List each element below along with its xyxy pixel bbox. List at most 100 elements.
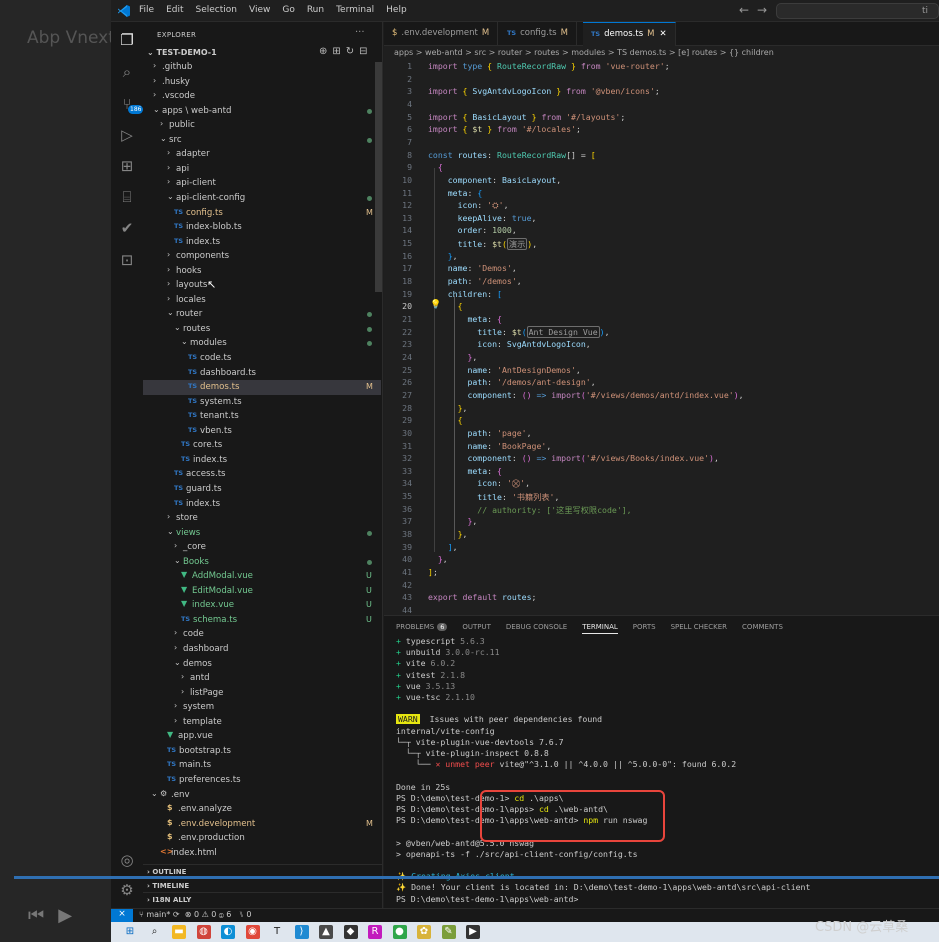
navigation-arrows[interactable]: ←→: [739, 3, 775, 17]
new-folder-icon[interactable]: ⊞: [332, 46, 345, 57]
more-actions-icon[interactable]: ···: [355, 27, 365, 38]
previous-icon[interactable]: ⏮: [28, 905, 58, 926]
file-row[interactable]: TS config.ts M: [143, 206, 381, 221]
search-icon[interactable]: ⌕: [148, 925, 162, 939]
menu-item-selection[interactable]: Selection: [196, 5, 237, 15]
rider-icon[interactable]: R: [368, 925, 382, 939]
folder-row[interactable]: › public: [143, 118, 381, 133]
folder-row[interactable]: › system: [143, 700, 381, 715]
panel-tab-output[interactable]: OUTPUT: [462, 623, 491, 634]
file-row[interactable]: TS schema.ts U: [143, 613, 381, 628]
folder-row[interactable]: ⌄ demos: [143, 657, 381, 672]
ports-status[interactable]: ⑊ 0: [239, 910, 251, 919]
app-icon[interactable]: ●: [392, 925, 407, 939]
file-row[interactable]: TS demos.ts M: [143, 380, 381, 395]
folder-row[interactable]: ⌄ router: [143, 307, 381, 322]
file-row[interactable]: TS system.ts: [143, 395, 381, 410]
file-row[interactable]: $ .env.production: [143, 831, 381, 846]
panel-tab-debug-console[interactable]: DEBUG CONSOLE: [506, 623, 567, 634]
folder-row[interactable]: › locales: [143, 293, 381, 308]
folder-row[interactable]: ⌄ modules: [143, 336, 381, 351]
sync-icon[interactable]: ⟳: [173, 910, 180, 919]
tab-env-development[interactable]: $ .env.development M: [384, 22, 499, 46]
remote-indicator-icon[interactable]: ⨯: [111, 909, 133, 922]
search-icon[interactable]: ⌕: [117, 62, 137, 82]
remote-explorer-icon[interactable]: ⌸: [117, 187, 137, 207]
folder-row[interactable]: ⌄ Books: [143, 555, 381, 570]
file-row[interactable]: TS core.ts: [143, 438, 381, 453]
app-icon[interactable]: ◆: [343, 925, 358, 939]
run-debug-icon[interactable]: ▷: [117, 125, 137, 145]
edge-icon[interactable]: ◐: [221, 925, 235, 939]
problems-status[interactable]: ⊗ 0 ⚠ 0 ⓘ 6: [185, 910, 232, 919]
file-row[interactable]: TS bootstrap.ts: [143, 744, 381, 759]
folder-row[interactable]: › api: [143, 162, 381, 177]
branch-label[interactable]: main*: [146, 910, 170, 919]
menu-item-terminal[interactable]: Terminal: [336, 5, 374, 15]
video-controls[interactable]: ⏮▶: [28, 905, 86, 926]
folder-row[interactable]: › .husky: [143, 75, 381, 90]
file-row[interactable]: ⚙ ⌄ .env: [143, 788, 381, 803]
file-row[interactable]: ▼ index.vue U: [143, 598, 381, 613]
menu-item-run[interactable]: Run: [307, 5, 324, 15]
file-row[interactable]: TS access.ts: [143, 467, 381, 482]
folder-row[interactable]: › listPage: [143, 686, 381, 701]
folder-row[interactable]: ⌄ views: [143, 526, 381, 541]
file-row[interactable]: TS vben.ts: [143, 424, 381, 439]
folder-row[interactable]: › _core: [143, 540, 381, 555]
panel-tab-spell-checker[interactable]: SPELL CHECKER: [671, 623, 727, 634]
typora-icon[interactable]: T: [270, 925, 284, 939]
file-row[interactable]: TS index.ts: [143, 497, 381, 512]
folder-row[interactable]: ⌄ apps \ web-antd: [143, 104, 381, 119]
video-progress-bar[interactable]: [14, 876, 939, 879]
file-row[interactable]: TS dashboard.ts: [143, 366, 381, 381]
settings-gear-icon[interactable]: ⚙: [117, 880, 137, 900]
panel-tab-comments[interactable]: COMMENTS: [742, 623, 783, 634]
folder-row[interactable]: › .vscode: [143, 89, 381, 104]
file-row[interactable]: TS index-blob.ts: [143, 220, 381, 235]
file-row[interactable]: TS preferences.ts: [143, 773, 381, 788]
folder-row[interactable]: › api-client: [143, 176, 381, 191]
folder-row[interactable]: › code: [143, 627, 381, 642]
code-editor[interactable]: 💡 1 import type { RouteRecordRaw } from '…: [384, 60, 939, 615]
testing-icon[interactable]: ✔: [117, 218, 137, 238]
chrome-icon[interactable]: ◉: [245, 925, 260, 939]
new-file-icon[interactable]: ⊕: [319, 46, 332, 57]
file-explorer-icon[interactable]: ▬: [172, 925, 186, 939]
refresh-icon[interactable]: ↻: [346, 46, 359, 57]
terminal-icon[interactable]: ▶: [466, 925, 480, 939]
tab-demos-ts[interactable]: TS demos.ts M ✕: [583, 22, 676, 46]
section-i18n-ally[interactable]: › I18N ALLY: [143, 892, 383, 906]
folder-row[interactable]: › hooks: [143, 264, 381, 279]
file-row[interactable]: TS tenant.ts: [143, 409, 381, 424]
file-row[interactable]: $ .env.development M: [143, 817, 381, 832]
file-row[interactable]: $ .env.analyze: [143, 802, 381, 817]
explorer-actions[interactable]: ⊕⊞↻⊟: [319, 46, 373, 57]
folder-row[interactable]: › adapter: [143, 147, 381, 162]
app-icon[interactable]: ▲: [319, 925, 333, 939]
tab-config-ts[interactable]: TS config.ts M: [499, 22, 577, 46]
folder-row[interactable]: › .github: [143, 60, 381, 75]
app-icon[interactable]: ✎: [441, 925, 456, 939]
file-row[interactable]: TS guard.ts: [143, 482, 381, 497]
menu-item-help[interactable]: Help: [386, 5, 407, 15]
folder-row[interactable]: › antd: [143, 671, 381, 686]
source-control-icon[interactable]: ⑂ 186: [117, 94, 144, 114]
folder-row[interactable]: › store: [143, 511, 381, 526]
account-icon[interactable]: ◎: [117, 850, 137, 870]
chat-icon[interactable]: ⊡: [117, 250, 137, 270]
app-icon[interactable]: ◍: [196, 925, 211, 939]
menu-item-edit[interactable]: Edit: [166, 5, 183, 15]
extensions-icon[interactable]: ⊞: [117, 156, 137, 176]
command-center-search[interactable]: ti: [776, 3, 939, 19]
windows-start-icon[interactable]: ⊞: [123, 925, 137, 939]
section-timeline[interactable]: › TIMELINE: [143, 878, 383, 892]
explorer-icon[interactable]: ❐: [117, 30, 137, 50]
play-icon[interactable]: ▶: [58, 905, 86, 926]
panel-tab-ports[interactable]: PORTS: [633, 623, 656, 634]
menu-item-go[interactable]: Go: [282, 5, 294, 15]
folder-row[interactable]: › components: [143, 249, 381, 264]
folder-row[interactable]: ⌄ src: [143, 133, 381, 148]
file-row[interactable]: TS code.ts: [143, 351, 381, 366]
explorer-scrollbar[interactable]: [375, 62, 382, 292]
